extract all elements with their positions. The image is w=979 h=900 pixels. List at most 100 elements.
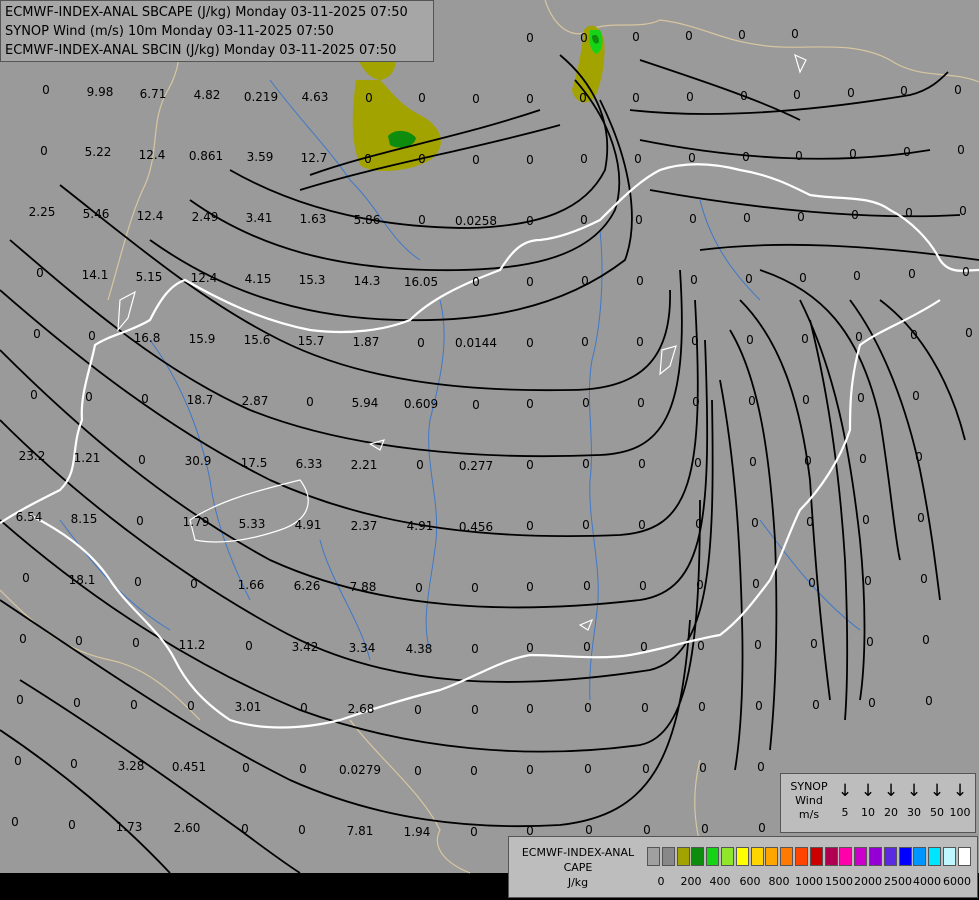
cape-color-swatch <box>676 847 690 866</box>
cape-value-label: 0 <box>757 760 765 774</box>
cape-value-label: 0 <box>134 575 142 589</box>
wind-arrow-icon: ↓ <box>883 781 899 801</box>
synop-speed-label: 50 <box>930 806 944 819</box>
cape-value-label: 0 <box>862 513 870 527</box>
cape-color-swatch <box>957 847 971 866</box>
cape-value-label: 16.8 <box>133 331 161 345</box>
synop-legend-item: ↓ 5 <box>834 780 856 819</box>
synop-speed-label: 30 <box>907 806 921 819</box>
cape-value-label: 0 <box>903 145 911 159</box>
cape-tick-label: 400 <box>709 875 731 888</box>
cape-value-label: 0 <box>640 640 648 654</box>
cape-value-label: 0 <box>580 152 588 166</box>
cape-tick-label: 0 <box>657 875 665 888</box>
synop-speed-label: 10 <box>861 806 875 819</box>
cape-value-label: 15.3 <box>298 273 326 287</box>
cape-value-label: 2.87 <box>241 394 269 408</box>
cape-value-label: 0.456 <box>458 520 494 534</box>
cape-value-label: 3.28 <box>117 759 145 773</box>
cape-value-label: 0 <box>526 31 534 45</box>
cape-value-label: 6.71 <box>139 87 167 101</box>
cape-legend-title-line: CAPE <box>563 861 593 874</box>
cape-value-label: 0 <box>957 143 965 157</box>
cape-value-label: 0 <box>755 699 763 713</box>
cape-value-label: 15.6 <box>243 333 271 347</box>
cape-value-label: 2.60 <box>173 821 201 835</box>
cape-value-label: 0 <box>70 757 78 771</box>
cape-value-label: 0 <box>470 825 478 839</box>
cape-value-label: 0 <box>580 31 588 45</box>
cape-tick-label: 2500 <box>884 875 912 888</box>
cape-value-label: 0 <box>585 823 593 837</box>
cape-value-label: 7.88 <box>349 580 377 594</box>
cape-color-swatch <box>839 847 853 866</box>
cape-value-label: 2.49 <box>191 210 219 224</box>
cape-value-label: 0 <box>132 636 140 650</box>
cape-value-label: 0 <box>799 271 807 285</box>
cape-value-label: 0 <box>743 211 751 225</box>
cape-color-swatch <box>869 847 882 866</box>
cape-value-label: 0 <box>748 394 756 408</box>
cape-value-label: 0 <box>472 275 480 289</box>
cape-value-label: 12.4 <box>138 148 166 162</box>
cape-value-label: 0 <box>691 334 699 348</box>
cape-legend: ECMWF-INDEX-ANAL CAPE J/kg 0 200 400 600 800… <box>508 836 978 898</box>
cape-value-label: 0.0258 <box>455 214 497 228</box>
synop-legend-item: ↓ 50 <box>926 780 948 819</box>
synop-legend-item: ↓ 10 <box>857 780 879 819</box>
weather-map: ECMWF-INDEX-ANAL SBCAPE (J/kg) Monday 03… <box>0 0 979 900</box>
cape-value-label: 2.68 <box>347 702 375 716</box>
cape-value-label: 0 <box>698 700 706 714</box>
synop-legend-item: ↓ 30 <box>903 780 925 819</box>
cape-value-label: 0 <box>806 515 814 529</box>
cape-legend-title-line: ECMWF-INDEX-ANAL <box>521 846 635 859</box>
cape-value-label: 0 <box>643 823 651 837</box>
cape-value-label: 0 <box>920 572 928 586</box>
cape-value-label: 16.05 <box>403 275 439 289</box>
cape-legend-title-line: J/kg <box>567 876 589 889</box>
cape-color-swatch <box>809 847 823 866</box>
cape-value-label: 0 <box>797 210 805 224</box>
synop-legend-item: ↓ 100 <box>949 780 971 819</box>
cape-value-label: 0 <box>190 577 198 591</box>
cape-tick-label: 800 <box>768 875 790 888</box>
cape-value-label: 0 <box>30 388 38 402</box>
cape-value-label: 0 <box>471 703 479 717</box>
cape-value-label: 18.1 <box>68 573 96 587</box>
cape-value-label: 0 <box>242 761 250 775</box>
cape-value-label: 0 <box>696 578 704 592</box>
cape-value-label: 0 <box>641 701 649 715</box>
cape-value-label: 0 <box>634 152 642 166</box>
cape-value-label: 1.73 <box>115 820 143 834</box>
cape-value-label: 23.2 <box>18 449 46 463</box>
cape-value-label: 0 <box>857 391 865 405</box>
cape-value-label: 1.87 <box>352 335 380 349</box>
cape-value-label: 0 <box>130 698 138 712</box>
cape-color-swatch <box>706 847 720 866</box>
cape-value-label: 0 <box>917 511 925 525</box>
cape-value-label: 0 <box>791 27 799 41</box>
cape-value-label: 0 <box>959 204 967 218</box>
cape-value-label: 0 <box>632 91 640 105</box>
cape-color-swatch <box>780 847 794 866</box>
cape-value-label: 0 <box>692 395 700 409</box>
cape-value-label: 0 <box>686 90 694 104</box>
cape-value-label: 0 <box>793 88 801 102</box>
cape-value-label: 4.91 <box>294 518 322 532</box>
cape-value-label: 0 <box>962 265 970 279</box>
title-line-wind: SYNOP Wind (m/s) 10m Monday 03-11-2025 0… <box>5 24 334 39</box>
cape-value-label: 0 <box>912 389 920 403</box>
cape-value-label: 0 <box>754 638 762 652</box>
cape-value-label: 5.33 <box>238 517 266 531</box>
cape-value-label: 0 <box>638 518 646 532</box>
cape-color-swatch <box>647 847 660 866</box>
cape-value-label: 4.38 <box>405 642 433 656</box>
cape-value-label: 0 <box>908 267 916 281</box>
cape-value-label: 3.59 <box>246 150 274 164</box>
cape-value-label: 0 <box>187 699 195 713</box>
cape-value-label: 0 <box>583 579 591 593</box>
cape-color-swatch <box>750 847 764 866</box>
cape-value-label: 6.33 <box>295 457 323 471</box>
cape-value-label: 0 <box>472 398 480 412</box>
cape-color-swatch <box>883 847 897 866</box>
